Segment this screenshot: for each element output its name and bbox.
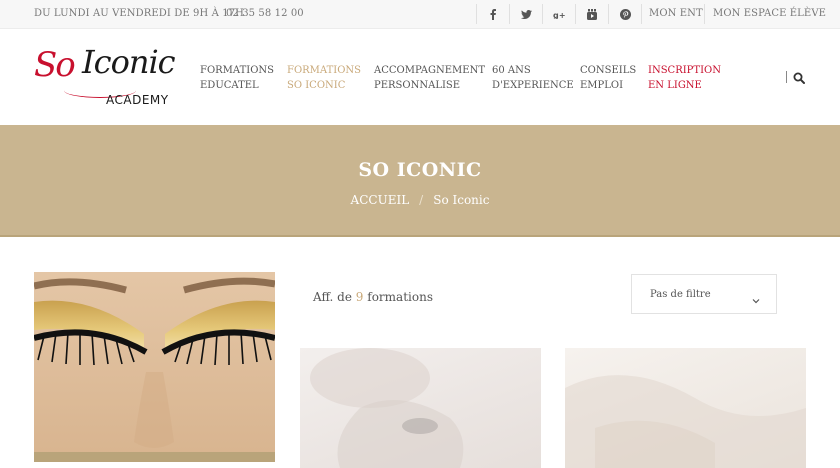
- breadcrumb-separator: /: [419, 193, 424, 207]
- top-bar: DU LUNDI AU VENDREDI DE 9H À 17H 02 35 5…: [0, 0, 840, 29]
- google-plus-icon[interactable]: g+: [543, 0, 575, 28]
- nav-label: EN LIGNE: [648, 80, 702, 91]
- twitter-icon[interactable]: [510, 0, 542, 28]
- chevron-down-icon: [752, 289, 760, 308]
- nav-label: INSCRIPTION: [648, 65, 721, 76]
- breadcrumb-current: So Iconic: [433, 193, 490, 207]
- nav-label: CONSEILS: [580, 65, 637, 76]
- nav-label: FORMATIONS: [200, 65, 274, 76]
- nav-divider: [786, 71, 787, 83]
- formation-card[interactable]: [300, 348, 541, 468]
- nav-conseils-emploi[interactable]: CONSEILS EMPLOI: [580, 63, 636, 93]
- divider: [704, 4, 705, 24]
- page-banner: SO ICONIC ACCUEIL / So Iconic: [0, 125, 840, 237]
- nav-label: EDUCATEL: [200, 80, 259, 91]
- link-mon-ent[interactable]: MON ENT: [649, 8, 703, 19]
- results-count: Aff. de 9 formations: [313, 290, 433, 304]
- results-prefix: Aff. de: [313, 290, 352, 304]
- divider: [641, 4, 642, 24]
- breadcrumb-home[interactable]: ACCUEIL: [351, 193, 410, 207]
- link-mon-espace-eleve[interactable]: MON ESPACE ÉLÈVE: [713, 8, 826, 19]
- promo-eye-makeup-image[interactable]: [34, 272, 275, 462]
- nav-label: EMPLOI: [580, 80, 624, 91]
- phone-number[interactable]: 02 35 58 12 00: [226, 8, 304, 19]
- nav-label: 60 ANS: [492, 65, 531, 76]
- page-title: SO ICONIC: [358, 159, 482, 181]
- search-icon[interactable]: [793, 69, 807, 84]
- filter-selected-value: Pas de filtre: [650, 289, 711, 300]
- facebook-icon[interactable]: [477, 0, 509, 28]
- logo-iconic: Iconic: [82, 43, 176, 81]
- nav-label: FORMATIONS: [287, 65, 361, 76]
- breadcrumb: ACCUEIL / So Iconic: [0, 193, 840, 207]
- nav-accompagnement[interactable]: ACCOMPAGNEMENT PERSONNALISE: [374, 63, 485, 93]
- opening-hours: DU LUNDI AU VENDREDI DE 9H À 17H: [34, 8, 244, 19]
- youtube-icon[interactable]: [576, 0, 608, 28]
- pinterest-icon[interactable]: [609, 0, 641, 28]
- filter-select[interactable]: Pas de filtre: [631, 274, 777, 314]
- nav-label: ACCOMPAGNEMENT: [374, 65, 485, 76]
- nav-60-ans[interactable]: 60 ANS D'EXPERIENCE: [492, 63, 574, 93]
- formation-card[interactable]: [565, 348, 806, 468]
- logo-academy: ACADEMY: [106, 93, 169, 107]
- nav-label: PERSONNALISE: [374, 80, 461, 91]
- nav-formations-educatel[interactable]: FORMATIONS EDUCATEL: [200, 63, 274, 93]
- nav-label: SO ICONIC: [287, 80, 346, 91]
- site-logo[interactable]: So Iconic ACADEMY: [34, 41, 184, 111]
- nav-formations-so-iconic[interactable]: FORMATIONS SO ICONIC: [287, 63, 361, 93]
- nav-inscription[interactable]: INSCRIPTION EN LIGNE: [648, 63, 721, 93]
- site-header: So Iconic ACADEMY FORMATIONS EDUCATEL FO…: [0, 29, 840, 125]
- logo-so: So: [34, 45, 76, 85]
- svg-text:g+: g+: [553, 11, 565, 19]
- nav-label: D'EXPERIENCE: [492, 80, 574, 91]
- results-number: 9: [355, 290, 364, 304]
- results-suffix: formations: [367, 290, 433, 304]
